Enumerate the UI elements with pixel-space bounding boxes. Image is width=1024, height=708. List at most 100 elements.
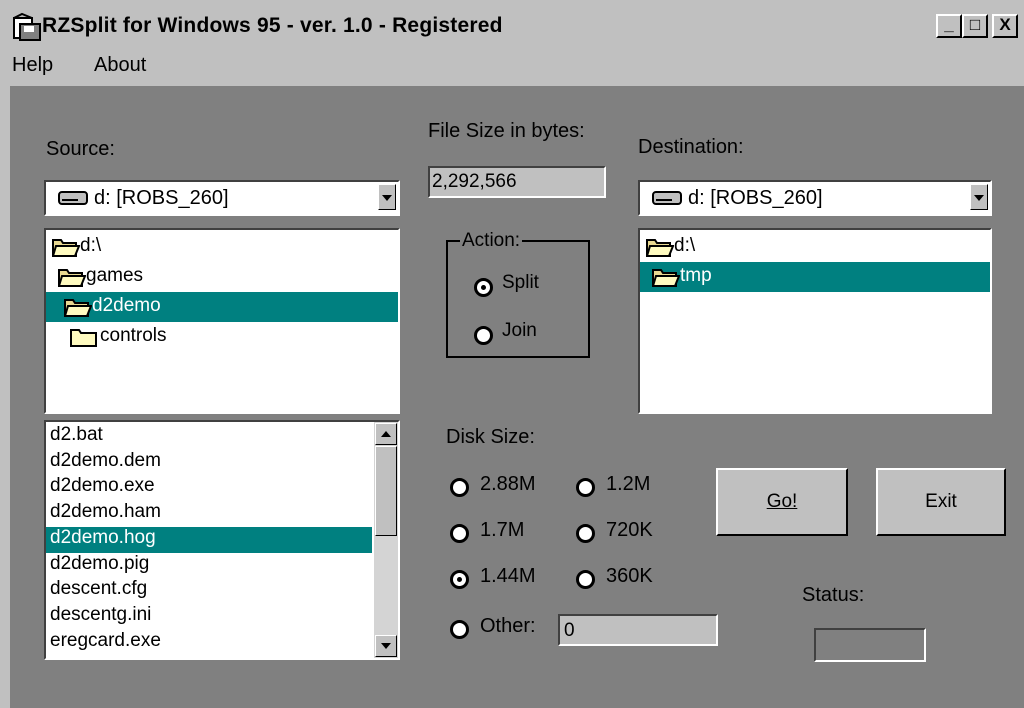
disk-720k-label[interactable]: 720K (606, 519, 653, 542)
drive-icon (58, 191, 88, 210)
open-folder-icon (63, 296, 93, 323)
file-list-item[interactable]: descentg.ini (46, 604, 372, 630)
scroll-down-button[interactable] (375, 635, 397, 657)
disk-2.88m-radio[interactable] (450, 478, 469, 497)
scroll-up-button[interactable] (375, 423, 397, 445)
file-list-item[interactable]: d2demo.exe (46, 475, 372, 501)
file-list-item[interactable]: d2demo.pig (46, 553, 372, 579)
exit-button-label: Exit (925, 491, 957, 512)
file-size-value: 2,292,566 (432, 171, 517, 192)
destination-drive-dropdown-button[interactable] (970, 184, 988, 210)
disk-720k-radio[interactable] (576, 524, 595, 543)
split-label[interactable]: Split (502, 272, 539, 294)
file-name: eregcard.exe (50, 629, 161, 651)
file-list-item[interactable]: eregcard.exe (46, 630, 372, 656)
file-name: d2.bat (50, 424, 103, 445)
maximize-icon: □ (969, 15, 981, 34)
file-list-item[interactable]: d2.bat (46, 424, 372, 450)
file-list-item[interactable]: descent.cfg (46, 578, 372, 604)
chevron-down-icon (974, 195, 984, 201)
destination-label: Destination: (638, 136, 744, 158)
app-icon[interactable] (12, 12, 42, 42)
chevron-down-icon (381, 643, 391, 649)
menu-about[interactable]: About (94, 54, 146, 77)
disk-other-input[interactable]: 0 (558, 614, 718, 646)
client-area: Source: d: [ROBS_260] d:\ games d2demo c… (10, 86, 1024, 708)
folder-icon (70, 326, 98, 353)
disk-1.2m-label[interactable]: 1.2M (606, 473, 650, 496)
action-group: Action: Split Join (446, 230, 590, 358)
app-window: RZSplit for Windows 95 - ver. 1.0 - Regi… (0, 0, 1024, 708)
maximize-button[interactable]: □ (962, 14, 988, 38)
file-name: descentg.ini (50, 603, 152, 625)
source-drive-dropdown-button[interactable] (378, 184, 396, 210)
split-radio[interactable] (474, 278, 493, 297)
file-list-item[interactable]: d2demo.dem (46, 450, 372, 476)
close-icon: X (999, 15, 1011, 34)
go-button-label: Go! (766, 491, 798, 512)
file-name: d2demo.exe (50, 475, 155, 497)
file-size-field: 2,292,566 (428, 166, 606, 198)
status-field (814, 628, 926, 662)
tree-item-label: tmp (680, 265, 712, 286)
source-folder-tree[interactable]: d:\ games d2demo controls (44, 228, 400, 414)
file-name: d2demo.ham (50, 501, 161, 523)
destination-folder-tree[interactable]: d:\ tmp (638, 228, 992, 414)
title-bar[interactable]: RZSplit for Windows 95 - ver. 1.0 - Regi… (0, 0, 1024, 48)
tree-item-label: controls (100, 325, 167, 346)
tree-item-root[interactable]: d:\ (46, 232, 398, 262)
file-list-item[interactable]: d2demo.hog (46, 526, 372, 553)
file-size-label: File Size in bytes: (428, 120, 585, 142)
chevron-up-icon (381, 431, 391, 437)
drive-icon (652, 191, 682, 210)
source-drive-combo[interactable]: d: [ROBS_260] (44, 180, 400, 216)
destination-drive-combo[interactable]: d: [ROBS_260] (638, 180, 992, 216)
open-folder-icon (51, 236, 81, 263)
minimize-icon: _ (944, 15, 954, 34)
disk-360k-label[interactable]: 360K (606, 565, 653, 588)
source-label: Source: (46, 138, 115, 160)
disk-other-radio[interactable] (450, 620, 469, 639)
tree-item-label: games (86, 265, 144, 286)
disk-2.88m-label[interactable]: 2.88M (480, 473, 536, 496)
chevron-down-icon (382, 195, 392, 201)
disk-1.7m-label[interactable]: 1.7M (480, 519, 524, 542)
menu-help[interactable]: Help (12, 54, 53, 77)
tree-item-label: d:\ (674, 235, 696, 256)
disk-other-label[interactable]: Other: (480, 615, 536, 638)
close-button[interactable]: X (992, 14, 1018, 38)
disk-other-value: 0 (564, 620, 575, 641)
disk-1.44m-radio[interactable] (450, 570, 469, 589)
tree-item-d2demo[interactable]: d2demo (46, 292, 398, 322)
tree-item-label: d:\ (80, 235, 102, 256)
tree-item-tmp[interactable]: tmp (640, 262, 990, 292)
scroll-thumb[interactable] (375, 446, 397, 536)
file-list-scrollbar[interactable] (374, 422, 398, 658)
destination-drive-value: d: [ROBS_260] (688, 187, 823, 209)
file-name: d2demo.pig (50, 552, 150, 574)
tree-item-controls[interactable]: controls (46, 322, 398, 352)
disk-size-label: Disk Size: (446, 426, 535, 448)
source-drive-value: d: [ROBS_260] (94, 187, 229, 209)
source-file-list[interactable]: d2.bat d2demo.dem d2demo.exe d2demo.ham d2de… (44, 420, 400, 660)
file-name: d2demo.hog (50, 526, 156, 548)
go-button[interactable]: Go! (716, 468, 848, 536)
disk-1.44m-label[interactable]: 1.44M (480, 565, 536, 588)
menu-bar: Help About (0, 48, 1024, 86)
file-name: descent.cfg (50, 578, 148, 600)
minimize-button[interactable]: _ (936, 14, 962, 38)
file-list-item[interactable]: d2demo.ham (46, 501, 372, 527)
exit-button[interactable]: Exit (876, 468, 1006, 536)
join-radio[interactable] (474, 326, 493, 345)
file-name: d2demo.dem (50, 449, 161, 471)
window-title: RZSplit for Windows 95 - ver. 1.0 - Regi… (42, 14, 503, 37)
status-label: Status: (802, 584, 865, 606)
disk-1.7m-radio[interactable] (450, 524, 469, 543)
tree-item-root[interactable]: d:\ (640, 232, 990, 262)
join-label[interactable]: Join (502, 320, 537, 342)
disk-1.2m-radio[interactable] (576, 478, 595, 497)
tree-item-label: d2demo (92, 295, 161, 316)
open-folder-icon (645, 236, 675, 263)
tree-item-games[interactable]: games (46, 262, 398, 292)
disk-360k-radio[interactable] (576, 570, 595, 589)
